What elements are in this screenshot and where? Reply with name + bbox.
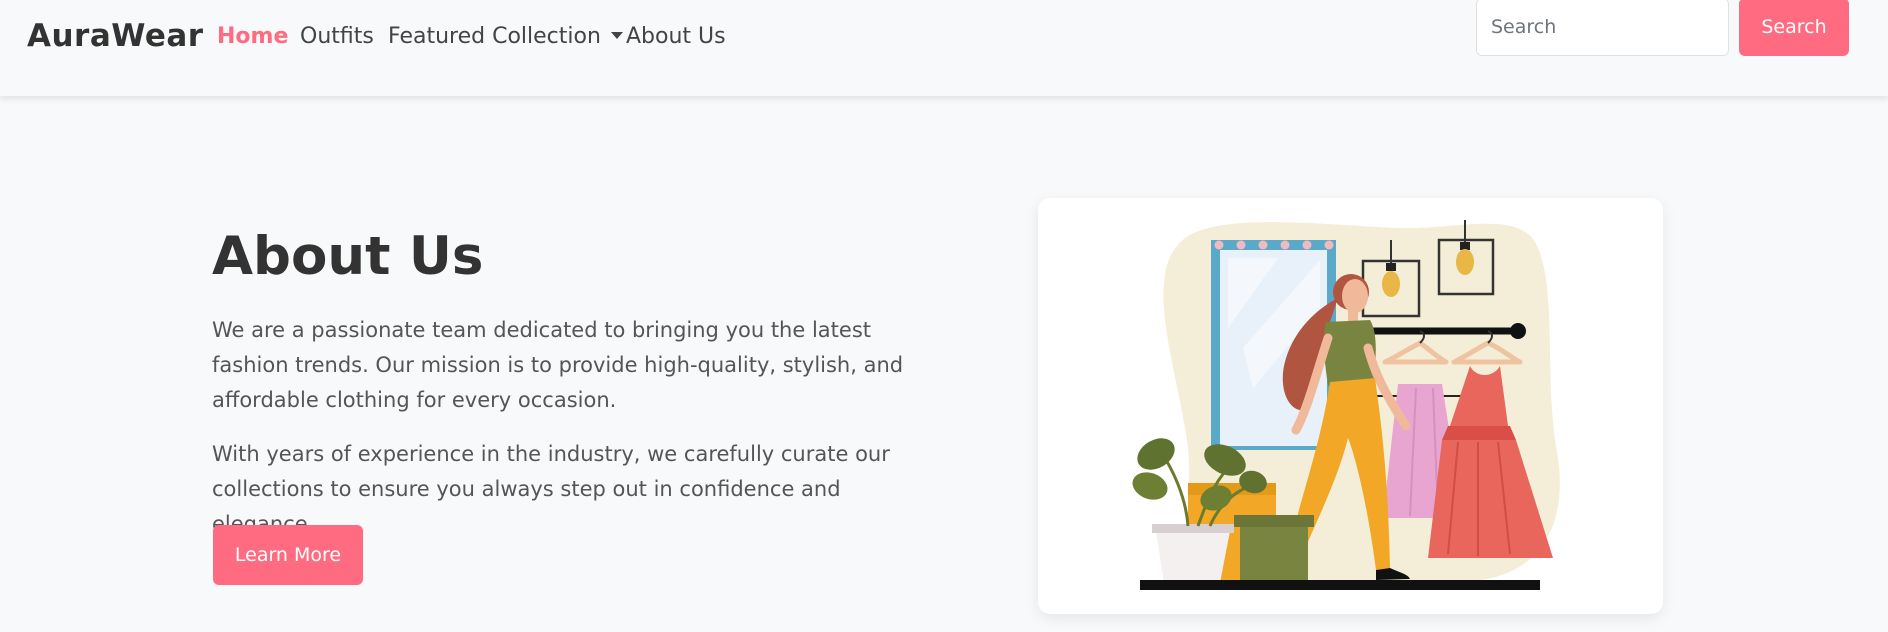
page-title: About Us <box>212 226 484 287</box>
nav-about[interactable]: About Us <box>626 24 726 49</box>
navbar: AuraWear Home Outfits Featured Collectio… <box>0 0 1888 96</box>
search-input[interactable] <box>1476 0 1729 56</box>
about-paragraph-1: We are a passionate team dedicated to br… <box>212 318 904 412</box>
illustration-card <box>1038 198 1663 614</box>
nav-home[interactable]: Home <box>217 24 288 49</box>
fashion-illustration <box>1132 220 1560 590</box>
search-button[interactable]: Search <box>1739 0 1849 56</box>
nav-outfits[interactable]: Outfits <box>300 24 374 49</box>
nav-featured-label: Featured Collection <box>388 24 601 49</box>
caret-down-icon <box>610 32 623 39</box>
nav-featured-collection-dropdown[interactable]: Featured Collection <box>388 24 623 49</box>
learn-more-button[interactable]: Learn More <box>213 525 363 585</box>
brand-logo[interactable]: AuraWear <box>27 18 204 54</box>
